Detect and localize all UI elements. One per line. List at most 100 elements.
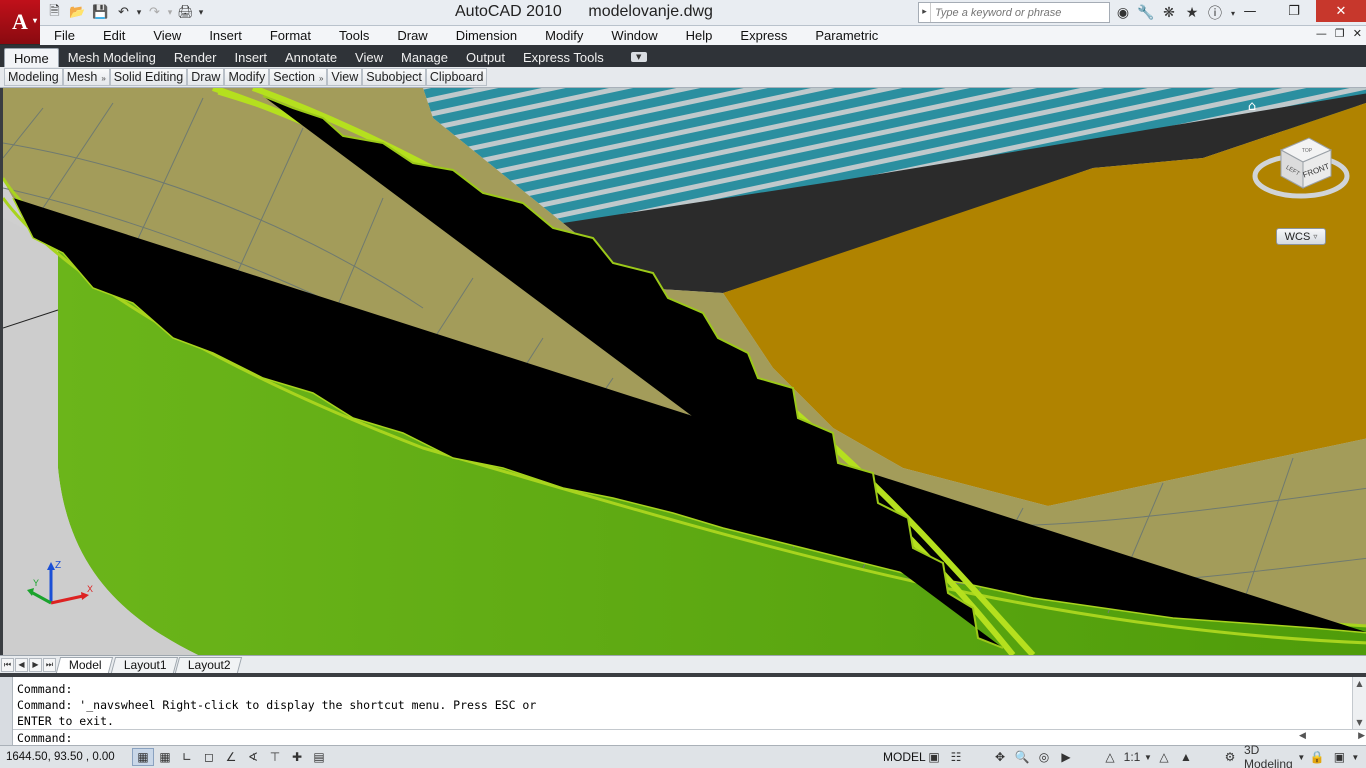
command-prompt[interactable]: Command:: [17, 731, 72, 745]
quick-view-layouts-icon[interactable]: ▣: [924, 748, 944, 766]
tab-view[interactable]: View: [346, 48, 392, 67]
menu-dimension[interactable]: Dimension: [442, 28, 531, 43]
menu-parametric[interactable]: Parametric: [801, 28, 892, 43]
menu-insert[interactable]: Insert: [195, 28, 256, 43]
menu-file[interactable]: File: [40, 28, 89, 43]
help-icon[interactable]: ⓘ: [1205, 3, 1225, 23]
save-icon[interactable]: 💾: [90, 2, 111, 23]
application-menu-button[interactable]: A ▾: [0, 0, 40, 44]
command-window-grip[interactable]: [0, 677, 13, 745]
snap-toggle-icon[interactable]: ▦: [132, 748, 154, 766]
pan-icon[interactable]: ✥: [990, 748, 1010, 766]
undo-dropdown-icon[interactable]: ▾: [136, 2, 142, 23]
annotation-scale-dropdown-icon[interactable]: ▼: [1144, 748, 1152, 766]
viewcube[interactable]: FRONT LEFT TOP: [1251, 128, 1351, 208]
lineweight-toggle-icon[interactable]: ▤: [308, 748, 330, 766]
command-horizontal-scrollbar[interactable]: ◀ ▶: [1299, 731, 1365, 745]
panel-draw[interactable]: Draw: [187, 68, 225, 86]
first-layout-icon[interactable]: ⏮: [1, 657, 14, 672]
infocenter-search[interactable]: ▸: [918, 2, 1110, 23]
menu-window[interactable]: Window: [597, 28, 671, 43]
command-vertical-scrollbar[interactable]: ▲ ▼: [1352, 677, 1366, 729]
minimize-button[interactable]: —: [1228, 0, 1272, 22]
tab-render[interactable]: Render: [165, 48, 226, 67]
panel-clipboard[interactable]: Clipboard: [425, 68, 488, 86]
menu-modify[interactable]: Modify: [531, 28, 597, 43]
auto-scale-icon[interactable]: ▲: [1176, 748, 1196, 766]
tab-model[interactable]: Model: [55, 656, 113, 673]
tab-layout2[interactable]: Layout2: [175, 656, 243, 673]
drawing-viewport[interactable]: ⌂ FRONT LEFT TOP WCS ▿ Z X Y: [0, 88, 1366, 655]
command-input-row[interactable]: Command: ◀ ▶: [13, 729, 1366, 745]
new-icon[interactable]: 🗎: [44, 2, 65, 23]
dyn-toggle-icon[interactable]: ✚: [286, 748, 308, 766]
binoculars-icon[interactable]: ◉: [1113, 3, 1133, 23]
annotation-scale-icon[interactable]: △: [1100, 748, 1120, 766]
favorites-star-icon[interactable]: ★: [1182, 3, 1202, 23]
workspace-dropdown-icon[interactable]: ▼: [1297, 748, 1305, 766]
panel-modify[interactable]: Modify: [224, 68, 270, 86]
search-input[interactable]: [931, 6, 1107, 19]
zoom-icon[interactable]: 🔍: [1012, 748, 1032, 766]
ortho-toggle-icon[interactable]: ∟: [176, 748, 198, 766]
menu-view[interactable]: View: [139, 28, 195, 43]
prev-layout-icon[interactable]: ◀: [15, 657, 28, 672]
osnap-toggle-icon[interactable]: ∠: [220, 748, 242, 766]
tab-output[interactable]: Output: [457, 48, 514, 67]
menu-draw[interactable]: Draw: [383, 28, 441, 43]
undo-icon[interactable]: ↶: [113, 2, 134, 23]
tab-home[interactable]: Home: [4, 48, 59, 67]
scroll-right-icon[interactable]: ▶: [1358, 731, 1365, 745]
annotation-visibility-icon[interactable]: △: [1154, 748, 1174, 766]
tab-layout1[interactable]: Layout1: [110, 656, 178, 673]
steering-wheel-icon[interactable]: ◎: [1034, 748, 1054, 766]
panel-view[interactable]: View: [327, 68, 363, 86]
toolbar-lock-icon[interactable]: 🔒: [1307, 748, 1327, 766]
search-expand-icon[interactable]: ▸: [919, 3, 931, 22]
tab-manage[interactable]: Manage: [392, 48, 457, 67]
doc-restore-button[interactable]: ❐: [1335, 27, 1345, 40]
qat-customize-icon[interactable]: ▾: [198, 2, 204, 23]
doc-close-button[interactable]: ✕: [1353, 27, 1362, 40]
scroll-up-icon[interactable]: ▲: [1356, 679, 1362, 688]
hardware-acceleration-icon[interactable]: ▣: [1329, 748, 1349, 766]
panel-solid-editing[interactable]: Solid Editing: [109, 68, 188, 86]
wcs-menu[interactable]: WCS ▿: [1276, 228, 1326, 245]
tab-express-tools[interactable]: Express Tools: [514, 48, 613, 67]
menu-format[interactable]: Format: [256, 28, 325, 43]
redo-dropdown-icon[interactable]: ▾: [167, 2, 173, 23]
model-space-toggle[interactable]: MODEL: [880, 748, 929, 766]
otrack-toggle-icon[interactable]: ∢: [242, 748, 264, 766]
polar-toggle-icon[interactable]: ◻: [198, 748, 220, 766]
clean-screen-icon[interactable]: ▢: [1361, 748, 1366, 766]
open-icon[interactable]: 📂: [67, 2, 88, 23]
menu-tools[interactable]: Tools: [325, 28, 383, 43]
ducs-toggle-icon[interactable]: ⊤: [264, 748, 286, 766]
tools-icon[interactable]: 🔧: [1136, 3, 1156, 23]
menu-help[interactable]: Help: [672, 28, 727, 43]
panel-section[interactable]: Section»: [269, 68, 328, 86]
viewcube-home-icon[interactable]: ⌂: [1245, 100, 1259, 114]
plot-icon[interactable]: 🖨: [175, 2, 196, 23]
close-button[interactable]: ✕: [1316, 0, 1366, 22]
doc-minimize-button[interactable]: —: [1316, 27, 1327, 40]
scroll-down-icon[interactable]: ▼: [1356, 718, 1362, 727]
menu-edit[interactable]: Edit: [89, 28, 139, 43]
annotation-scale[interactable]: 1:1: [1122, 748, 1142, 766]
next-layout-icon[interactable]: ▶: [29, 657, 42, 672]
menu-express[interactable]: Express: [726, 28, 801, 43]
workspace-gear-icon[interactable]: ⚙: [1220, 748, 1240, 766]
restore-button[interactable]: ❐: [1272, 0, 1316, 22]
redo-icon[interactable]: ↷: [144, 2, 165, 23]
ribbon-minimize-icon[interactable]: ▼: [630, 52, 647, 62]
panel-mesh[interactable]: Mesh»: [62, 68, 110, 86]
tab-insert[interactable]: Insert: [225, 48, 276, 67]
workspace-switch[interactable]: 3D Modeling: [1242, 743, 1295, 768]
last-layout-icon[interactable]: ⏭: [43, 657, 56, 672]
scroll-left-icon[interactable]: ◀: [1299, 731, 1306, 745]
panel-modeling[interactable]: Modeling: [4, 68, 63, 86]
communication-center-icon[interactable]: ❋: [1159, 3, 1179, 23]
coordinate-display[interactable]: 1644.50, 93.50 , 0.00: [0, 751, 132, 763]
status-tray-menu-icon[interactable]: ▼: [1351, 748, 1359, 766]
tab-annotate[interactable]: Annotate: [276, 48, 346, 67]
